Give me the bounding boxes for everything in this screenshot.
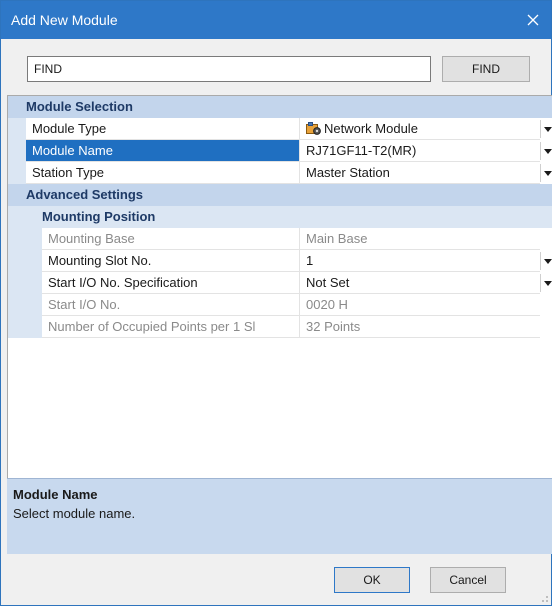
row-value: 0020 H: [300, 294, 540, 316]
row-mounting-slot[interactable]: Mounting Slot No. 1: [8, 250, 552, 272]
row-value: 32 Points: [300, 316, 540, 338]
description-text: Select module name.: [13, 506, 136, 521]
row-occupied-points: Number of Occupied Points per 1 Sl 32 Po…: [8, 316, 552, 338]
row-value[interactable]: RJ71GF11-T2(MR): [300, 140, 540, 162]
dropdown-button[interactable]: [540, 142, 552, 160]
row-station-type[interactable]: Station Type Master Station: [8, 162, 552, 184]
close-icon: [527, 14, 539, 26]
ok-button[interactable]: OK: [334, 567, 410, 593]
find-input[interactable]: [27, 56, 431, 82]
dropdown-button[interactable]: [540, 274, 552, 292]
row-module-type[interactable]: Module Type Network Module: [8, 118, 552, 140]
chevron-down-icon: [543, 126, 552, 132]
chevron-down-icon: [543, 280, 552, 286]
description-panel: Module Name Select module name.: [7, 478, 552, 554]
category-module-selection[interactable]: Module Selection: [8, 96, 552, 118]
description-title: Module Name: [13, 487, 98, 502]
row-value[interactable]: Master Station: [300, 162, 540, 184]
row-mounting-base: Mounting Base Main Base: [8, 228, 552, 250]
chevron-down-icon: [543, 170, 552, 176]
row-value[interactable]: Not Set: [300, 272, 540, 294]
row-name: Module Type: [26, 118, 300, 140]
category-advanced-settings[interactable]: Advanced Settings: [8, 184, 552, 206]
cancel-button[interactable]: Cancel: [430, 567, 506, 593]
dropdown-button[interactable]: [540, 164, 552, 182]
find-button[interactable]: FIND: [442, 56, 530, 82]
title-bar: Add New Module: [1, 1, 551, 39]
window-title: Add New Module: [11, 12, 118, 28]
row-value[interactable]: 1: [300, 250, 540, 272]
row-start-io-specification[interactable]: Start I/O No. Specification Not Set: [8, 272, 552, 294]
row-name: Start I/O No.: [42, 294, 300, 316]
row-name: Start I/O No. Specification: [42, 272, 300, 294]
chevron-down-icon: [543, 148, 552, 154]
add-new-module-dialog: Add New Module FIND Module Selection Mod…: [0, 0, 552, 606]
row-name: Mounting Slot No.: [42, 250, 300, 272]
row-name: Station Type: [26, 162, 300, 184]
find-button-label: FIND: [472, 62, 500, 76]
property-grid: Module Selection Module Type Network Mod…: [7, 95, 552, 478]
network-module-icon: [306, 122, 321, 135]
row-value: Main Base: [300, 228, 540, 250]
dropdown-button[interactable]: [540, 252, 552, 270]
row-value[interactable]: Network Module: [300, 118, 540, 140]
chevron-down-icon: [543, 258, 552, 264]
resize-grip-icon[interactable]: [539, 593, 549, 603]
close-button[interactable]: [515, 1, 551, 39]
row-name: Mounting Base: [42, 228, 300, 250]
row-start-io-no: Start I/O No. 0020 H: [8, 294, 552, 316]
row-name: Number of Occupied Points per 1 Sl: [42, 316, 300, 338]
category-mounting-position[interactable]: Mounting Position: [8, 206, 552, 228]
dropdown-button[interactable]: [540, 120, 552, 138]
row-module-name[interactable]: Module Name RJ71GF11-T2(MR): [8, 140, 552, 162]
row-name: Module Name: [26, 140, 300, 162]
